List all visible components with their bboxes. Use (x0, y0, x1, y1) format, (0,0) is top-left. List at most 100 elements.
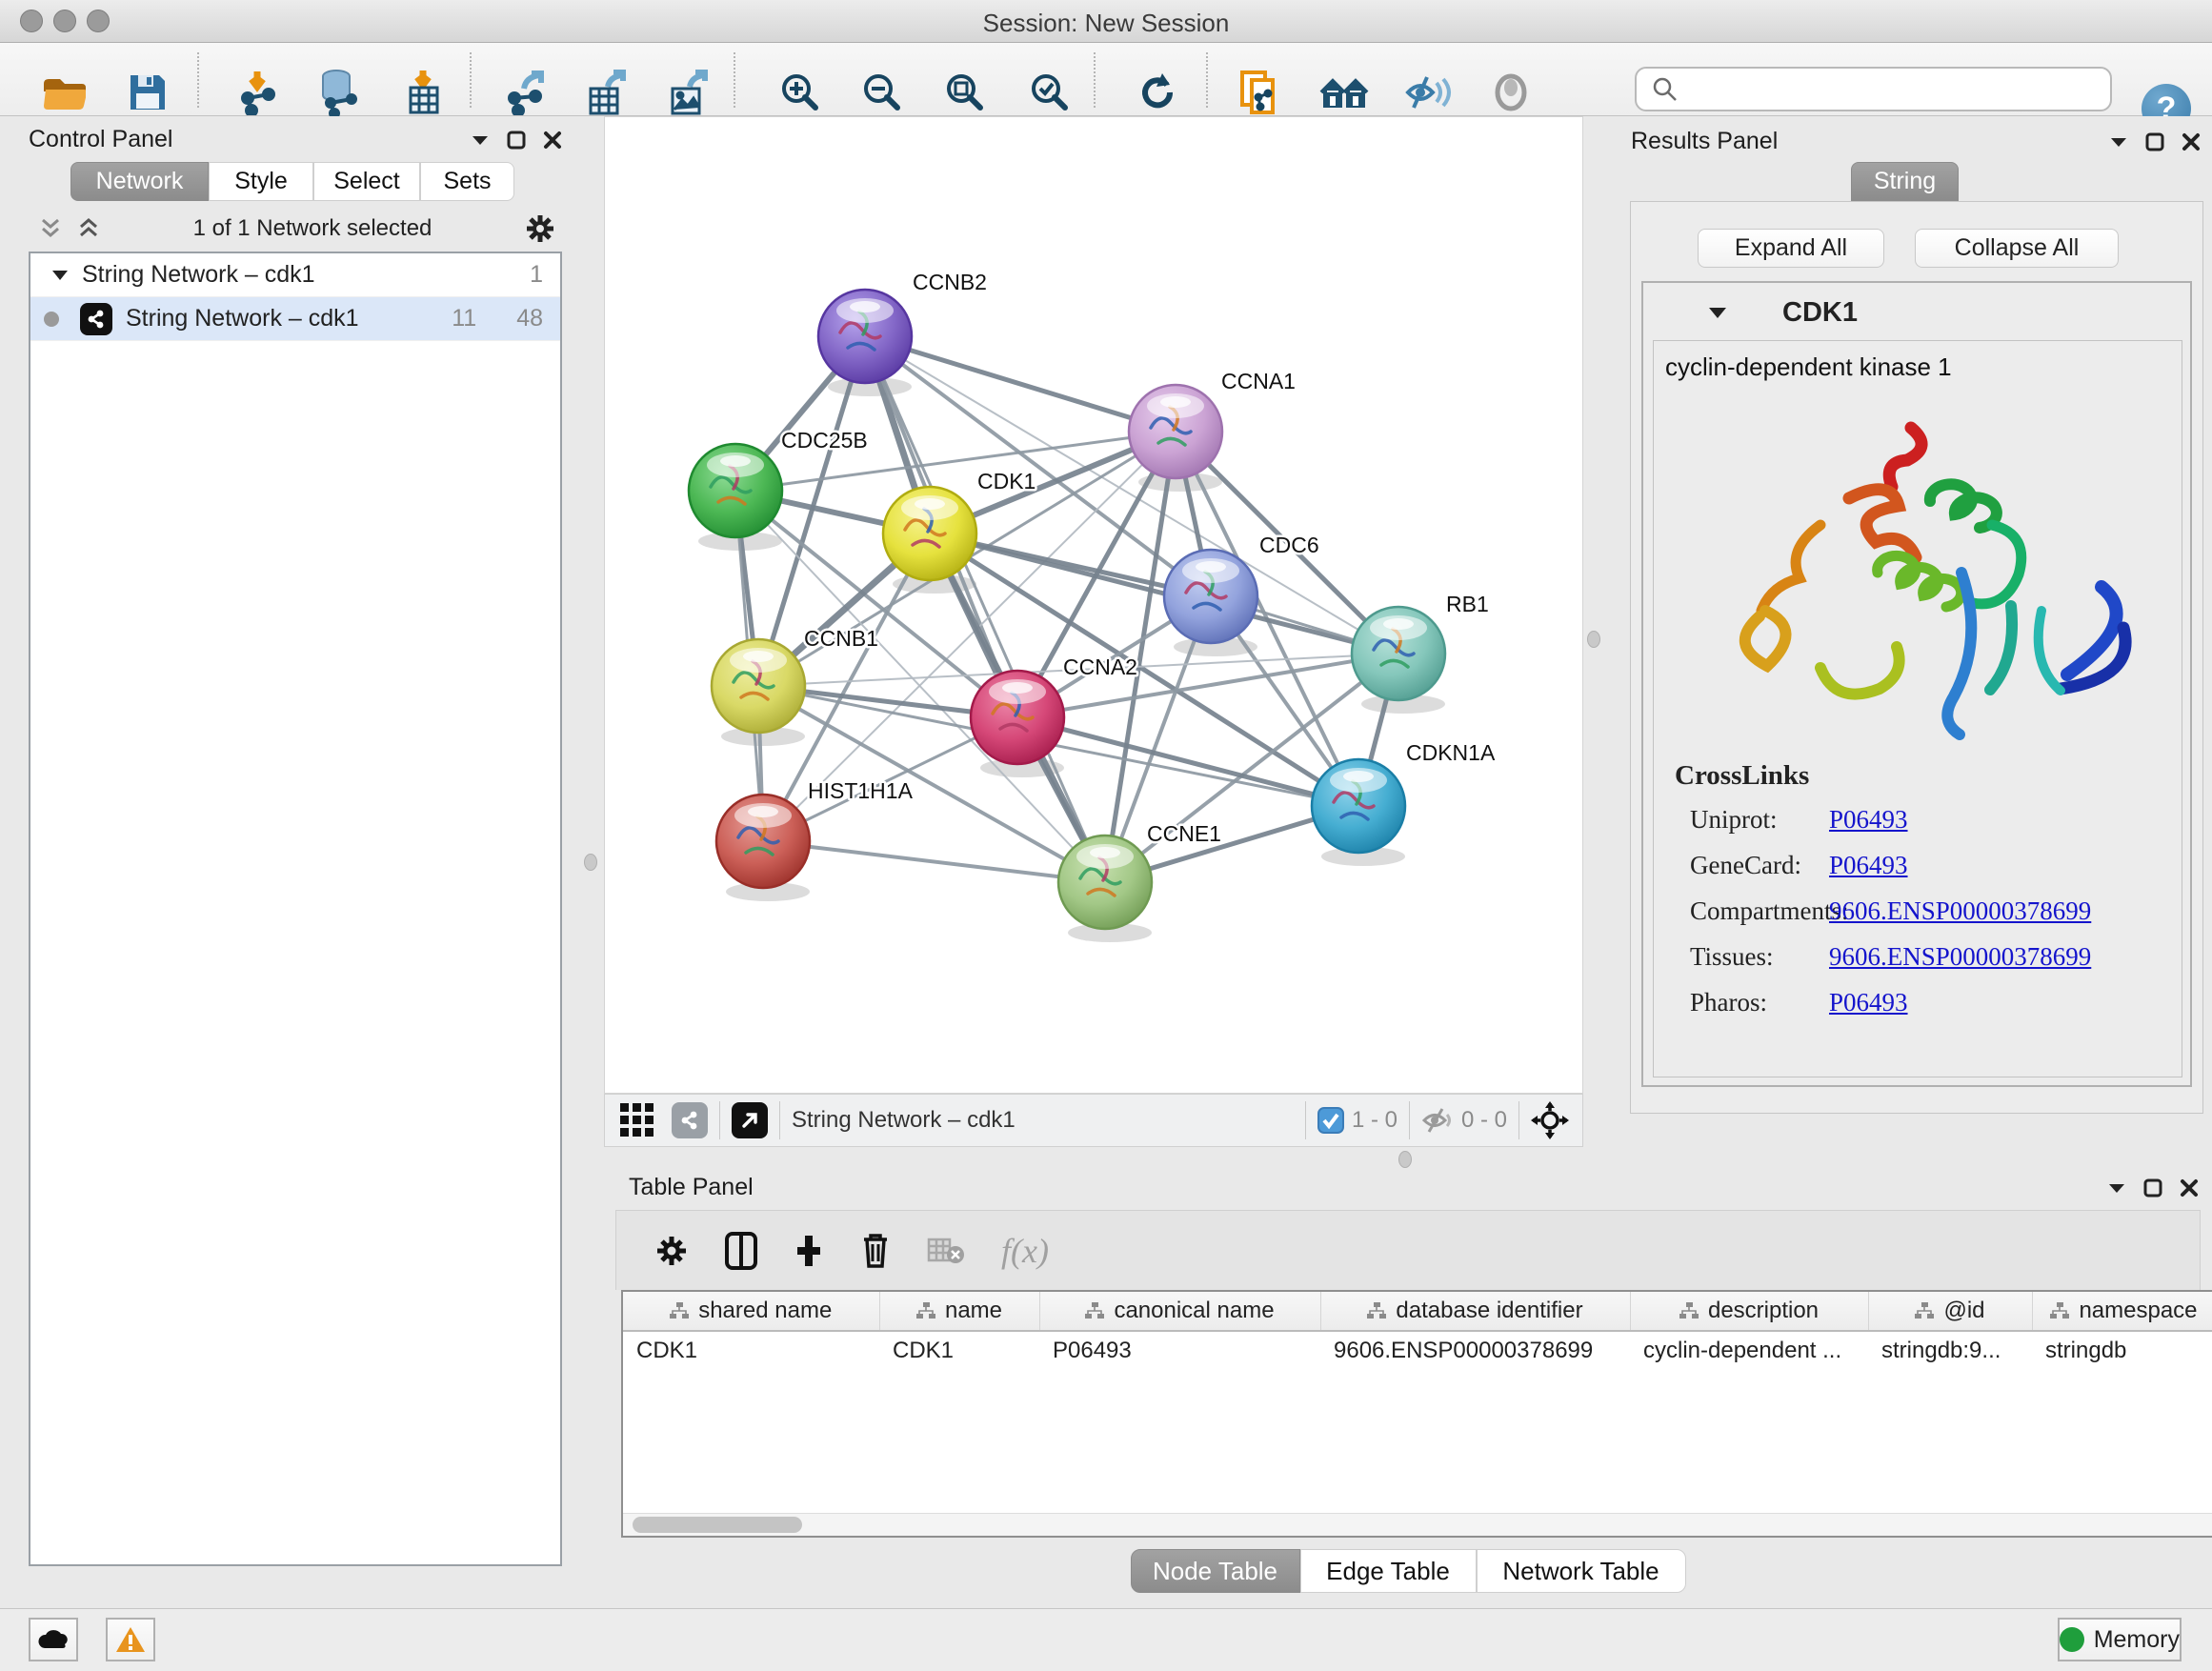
table-cell[interactable]: CDK1 (879, 1331, 1039, 1369)
import-network-file-button[interactable] (231, 66, 285, 119)
selected-checkbox-icon[interactable] (1317, 1107, 1344, 1134)
hidden-eye-slash-icon[interactable] (1421, 1107, 1454, 1134)
network-node-CCNB2[interactable] (818, 290, 912, 383)
refresh-button[interactable] (1130, 66, 1183, 119)
show-home-panels-button[interactable] (1317, 66, 1371, 119)
crosslink-row: Pharos:P06493 (1675, 988, 2091, 1017)
fit-content-icon (944, 71, 986, 113)
panel-float-icon[interactable] (2145, 132, 2164, 151)
column-header-database-identifier[interactable]: database identifier (1320, 1292, 1630, 1331)
table-hscrollbar[interactable] (623, 1513, 2212, 1536)
cloud-button[interactable] (29, 1618, 78, 1661)
search-input[interactable] (1688, 76, 2110, 103)
table-options-gear-icon[interactable] (654, 1234, 689, 1268)
network-canvas[interactable]: CCNB2CCNA1CDC25BCDK1CDC6RB1CCNB1CCNA2CDK… (604, 116, 1583, 1094)
panel-float-icon[interactable] (2143, 1178, 2162, 1198)
crosslinks-section: CrossLinks Uniprot:P06493GeneCard:P06493… (1675, 760, 2091, 1034)
show-graphics-details-button[interactable] (1484, 66, 1538, 119)
table-cell[interactable]: stringdb:9... (1868, 1331, 2032, 1369)
panel-close-icon[interactable] (543, 131, 562, 150)
column-header-shared-name[interactable]: shared name (623, 1292, 879, 1331)
crosslink-label: Compartments: (1675, 896, 1829, 926)
zoom-in-button[interactable] (774, 66, 827, 119)
panel-float-icon[interactable] (507, 131, 526, 150)
network-node-CDKN1A[interactable] (1312, 759, 1405, 853)
open-session-button[interactable] (37, 66, 90, 119)
panel-menu-icon[interactable] (2107, 1181, 2126, 1195)
table-cell[interactable]: stringdb (2032, 1331, 2212, 1369)
collection-disclosure-icon[interactable] (51, 269, 69, 282)
duplicate-network-button[interactable] (1233, 66, 1286, 119)
pan-crosshair-icon[interactable] (1531, 1101, 1569, 1139)
column-header-name[interactable]: name (879, 1292, 1039, 1331)
crosslink-link[interactable]: P06493 (1829, 805, 1908, 835)
table-hscrollbar-thumb[interactable] (633, 1517, 802, 1533)
panel-close-icon[interactable] (2182, 132, 2201, 151)
crosslink-link[interactable]: 9606.ENSP00000378699 (1829, 942, 2091, 972)
tab-select[interactable]: Select (313, 162, 420, 201)
crosslink-link[interactable]: 9606.ENSP00000378699 (1829, 896, 2091, 926)
string-style-icon[interactable] (672, 1102, 708, 1138)
import-table-button[interactable] (396, 66, 450, 119)
table-cell[interactable]: cyclin-dependent ... (1630, 1331, 1868, 1369)
panel-menu-icon[interactable] (471, 133, 490, 147)
collapse-all-button[interactable]: Collapse All (1915, 229, 2119, 268)
hide-graphics-details-button[interactable] (1401, 66, 1455, 119)
network-node-CDC6[interactable] (1164, 550, 1257, 643)
left-splitter-handle[interactable] (584, 854, 597, 871)
export-network-button[interactable] (498, 66, 552, 119)
export-image-button[interactable] (662, 66, 715, 119)
tab-edge-table[interactable]: Edge Table (1300, 1549, 1477, 1593)
detach-view-icon[interactable] (732, 1102, 768, 1138)
network-row[interactable]: String Network – cdk1 11 48 (30, 297, 560, 341)
column-header-namespace[interactable]: namespace (2032, 1292, 2212, 1331)
network-node-CDC25B[interactable] (689, 444, 782, 537)
network-node-CCNB1[interactable] (712, 639, 805, 733)
delete-column-icon[interactable] (860, 1232, 891, 1270)
crosslink-link[interactable]: P06493 (1829, 988, 1908, 1017)
save-session-button[interactable] (121, 66, 174, 119)
zoom-selected-button[interactable] (1023, 66, 1076, 119)
fit-content-button[interactable] (938, 66, 992, 119)
memory-button[interactable]: Memory (2058, 1618, 2182, 1661)
show-columns-icon[interactable] (725, 1232, 757, 1270)
network-node-RB1[interactable] (1352, 607, 1445, 700)
network-node-HIST1H1A[interactable] (716, 795, 810, 888)
table-row[interactable]: CDK1CDK1P064939606.ENSP00000378699cyclin… (623, 1331, 2212, 1369)
column-header-description[interactable]: description (1630, 1292, 1868, 1331)
table-cell[interactable]: 9606.ENSP00000378699 (1320, 1331, 1630, 1369)
panel-menu-icon[interactable] (2109, 135, 2128, 149)
network-node-CCNA1[interactable] (1129, 385, 1222, 478)
network-collection-row[interactable]: String Network – cdk1 1 (30, 253, 560, 297)
table-cell[interactable]: CDK1 (623, 1331, 879, 1369)
tab-network-table[interactable]: Network Table (1477, 1549, 1686, 1593)
network-node-CDK1[interactable] (883, 487, 976, 580)
export-table-button[interactable] (580, 66, 633, 119)
tab-sets[interactable]: Sets (420, 162, 514, 201)
network-options-gear-icon[interactable] (524, 212, 556, 245)
warnings-button[interactable] (106, 1618, 155, 1661)
tab-network[interactable]: Network (70, 162, 209, 201)
gene-section-header[interactable]: CDK1 (1643, 291, 2190, 334)
table-cell[interactable]: P06493 (1039, 1331, 1320, 1369)
add-column-icon[interactable] (794, 1232, 824, 1270)
expand-all-networks-icon[interactable] (38, 216, 63, 241)
zoom-out-button[interactable] (855, 66, 909, 119)
crosslink-link[interactable]: P06493 (1829, 851, 1908, 880)
collapse-all-networks-icon[interactable] (76, 216, 101, 241)
column-header-canonical-name[interactable]: canonical name (1039, 1292, 1320, 1331)
section-disclosure-icon[interactable] (1708, 306, 1727, 320)
import-network-database-button[interactable] (312, 66, 365, 119)
network-node-CCNE1[interactable] (1058, 836, 1152, 929)
panel-close-icon[interactable] (2180, 1178, 2199, 1198)
column-header--id[interactable]: @id (1868, 1292, 2032, 1331)
birdseye-grid-icon[interactable] (620, 1103, 654, 1137)
tab-style[interactable]: Style (209, 162, 313, 201)
network-node-CCNA2[interactable] (971, 671, 1064, 764)
right-splitter-handle[interactable] (1587, 631, 1600, 648)
node-table: shared namenamecanonical namedatabase id… (621, 1290, 2212, 1538)
expand-all-button[interactable]: Expand All (1698, 229, 1884, 268)
tab-string-results[interactable]: String (1851, 162, 1959, 201)
bottom-splitter-handle[interactable] (1398, 1151, 1412, 1168)
tab-node-table[interactable]: Node Table (1131, 1549, 1300, 1593)
